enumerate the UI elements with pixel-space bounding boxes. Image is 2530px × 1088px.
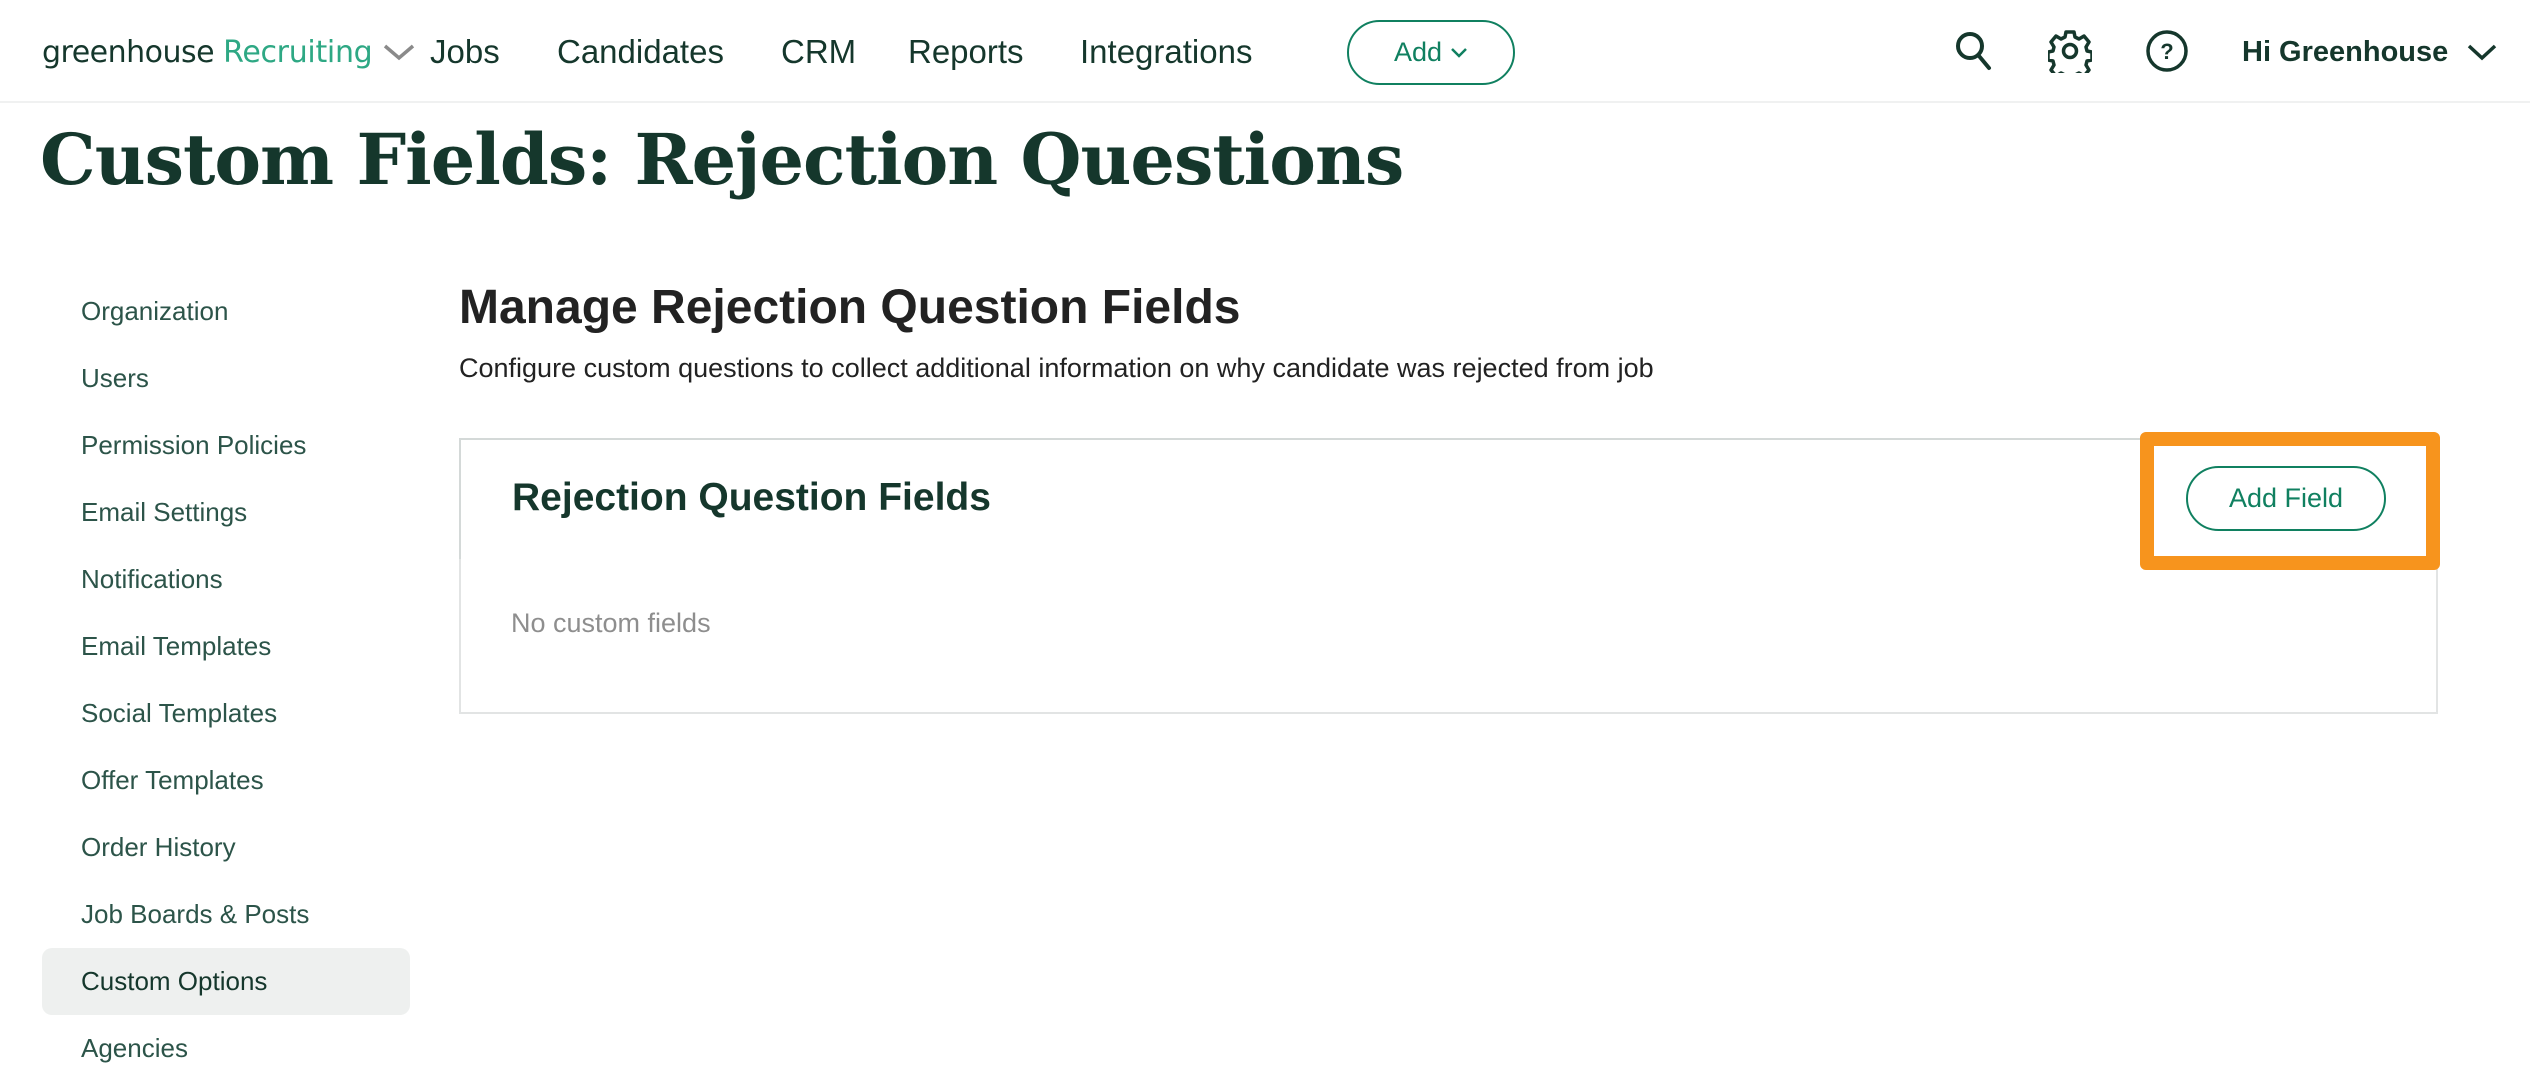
sidebar-item-social-templates[interactable]: Social Templates (42, 680, 410, 747)
sidebar-item-job-boards-posts[interactable]: Job Boards & Posts (42, 881, 410, 948)
gear-icon (2048, 30, 2092, 73)
section-description: Configure custom questions to collect ad… (459, 353, 1654, 383)
settings-sidebar: Organization Users Permission Policies E… (42, 278, 410, 1082)
chevron-down-icon (384, 44, 415, 61)
sidebar-item-custom-options[interactable]: Custom Options (42, 948, 410, 1015)
add-button-label: Add (1393, 37, 1443, 67)
sidebar-item-permission-policies[interactable]: Permission Policies (42, 412, 410, 479)
sidebar-item-agencies[interactable]: Agencies (42, 1015, 410, 1082)
page-title: Custom Fields: Rejection Questions (40, 118, 1404, 201)
chevron-down-icon (2468, 44, 2497, 61)
nav-reports[interactable]: Reports (908, 32, 1024, 72)
nav-jobs[interactable]: Jobs (430, 32, 500, 72)
sidebar-item-organization[interactable]: Organization (42, 278, 410, 345)
panel-header: Rejection Question Fields (459, 438, 2438, 559)
sidebar-item-users[interactable]: Users (42, 345, 410, 412)
product-switcher[interactable]: greenhouse Recruiting (42, 30, 416, 74)
chevron-down-icon (1451, 47, 1467, 58)
svg-text:?: ? (2160, 39, 2173, 64)
sidebar-item-notifications[interactable]: Notifications (42, 546, 410, 613)
search-button[interactable] (1952, 28, 1996, 74)
logo-brand: greenhouse (42, 34, 215, 70)
search-icon (1956, 32, 1991, 70)
user-menu[interactable]: Hi Greenhouse (2242, 30, 2498, 74)
empty-state-message: No custom fields (511, 608, 711, 638)
rejection-question-fields-panel: Rejection Question Fields No custom fiel… (459, 438, 2438, 714)
settings-button[interactable] (2048, 28, 2092, 74)
add-menu-button[interactable]: Add (1347, 20, 1515, 85)
help-button[interactable]: ? (2145, 28, 2189, 74)
nav-crm[interactable]: CRM (781, 32, 856, 72)
sidebar-item-order-history[interactable]: Order History (42, 814, 410, 881)
nav-integrations[interactable]: Integrations (1080, 32, 1252, 72)
logo-product: Recruiting (223, 34, 373, 70)
nav-candidates[interactable]: Candidates (557, 32, 724, 72)
help-icon: ? (2146, 30, 2188, 72)
sidebar-item-email-settings[interactable]: Email Settings (42, 479, 410, 546)
section-title: Manage Rejection Question Fields (459, 281, 1241, 334)
add-field-button[interactable]: Add Field (2186, 466, 2386, 531)
sidebar-item-email-templates[interactable]: Email Templates (42, 613, 410, 680)
panel-title: Rejection Question Fields (512, 476, 991, 519)
user-greeting: Hi Greenhouse (2242, 35, 2449, 68)
top-nav-bar: greenhouse Recruiting Jobs Candidates CR… (0, 0, 2530, 103)
sidebar-item-offer-templates[interactable]: Offer Templates (42, 747, 410, 814)
